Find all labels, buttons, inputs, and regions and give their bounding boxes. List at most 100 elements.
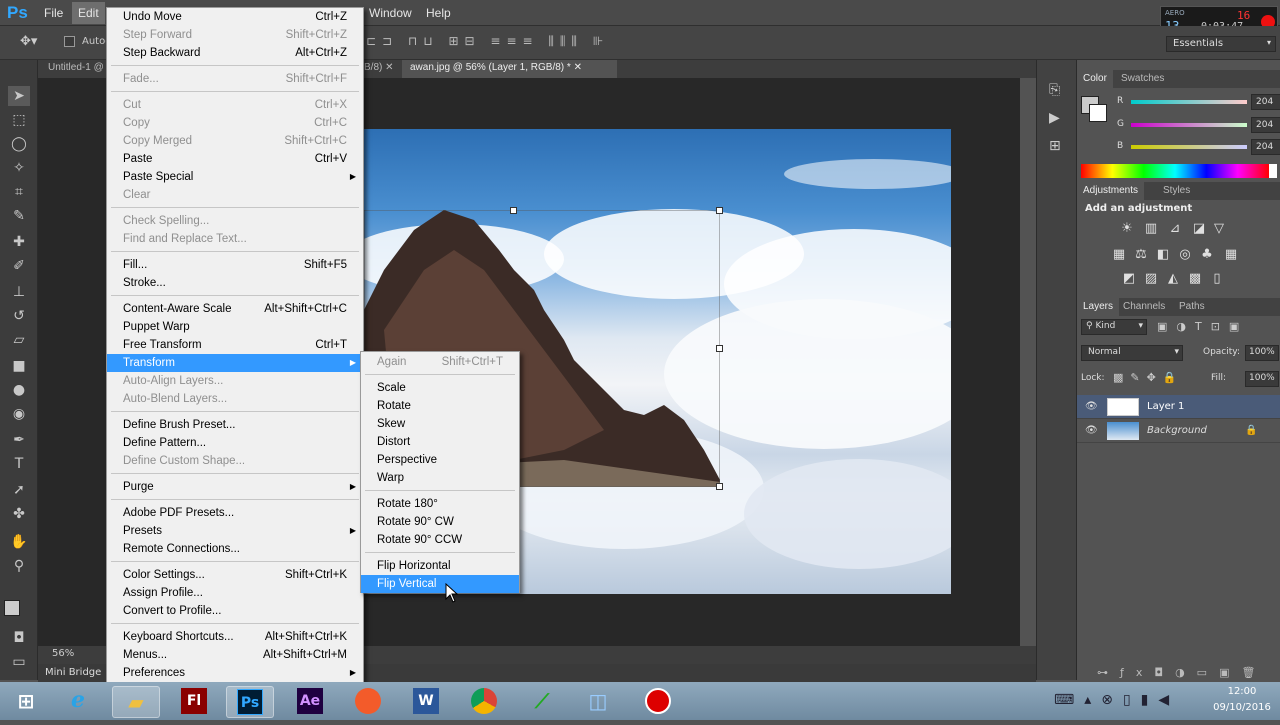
menu-item-copy[interactable]: Copy Ctrl+C <box>107 114 363 132</box>
menu-item-transform[interactable]: Transform ▶ <box>107 354 363 372</box>
channel-mixer-icon[interactable]: ♣ <box>1199 248 1215 262</box>
photo-filter-icon[interactable]: ◎ <box>1177 248 1193 262</box>
menu-item-free-transform[interactable]: Free Transform Ctrl+T <box>107 336 363 354</box>
color-bg-swatch[interactable] <box>1089 104 1107 122</box>
tab-untitled[interactable]: Untitled-1 @ <box>40 60 112 78</box>
internet-explorer-icon[interactable]: ℯ <box>54 686 102 718</box>
curves-icon[interactable]: ⊿ <box>1167 222 1183 236</box>
menu-item-keyboard-shortcuts[interactable]: Keyboard Shortcuts... Alt+Shift+Ctrl+K <box>107 628 363 646</box>
opacity-input[interactable]: 100% <box>1245 345 1279 361</box>
menu-item-define-custom-shape[interactable]: Define Custom Shape... <box>107 452 363 470</box>
blue-slider[interactable] <box>1131 145 1247 149</box>
blend-mode-select[interactable]: Normal ▾ <box>1081 345 1183 361</box>
menu-item-convert-to-profile[interactable]: Convert to Profile... <box>107 602 363 620</box>
menu-item-copy-merged[interactable]: Copy Merged Shift+Ctrl+C <box>107 132 363 150</box>
clock-time[interactable]: 12:00 <box>1212 686 1272 697</box>
eye-icon[interactable]: 👁 <box>1085 401 1098 412</box>
align-icons[interactable]: ⊏⊐ ⊓⊔ ⊞⊟ ≡≡≡ ⫼⫼⫼ ⊪ <box>366 34 609 49</box>
layer-filter-icons[interactable]: ▣◑T⊡▣ <box>1157 320 1248 333</box>
green-value[interactable]: 204 <box>1251 117 1280 133</box>
lock-icons[interactable]: ▩✎✥🔒 <box>1113 371 1184 384</box>
menu-item-auto-align-layers[interactable]: Auto-Align Layers... <box>107 372 363 390</box>
transform-handle[interactable] <box>716 483 723 490</box>
menu-item-content-aware-scale[interactable]: Content-Aware Scale Alt+Shift+Ctrl+C <box>107 300 363 318</box>
after-effects-icon[interactable]: Ae <box>286 686 334 718</box>
dodge-tool-icon[interactable]: ◉ <box>8 404 30 424</box>
brush-tool-icon[interactable]: ✐ <box>8 256 30 276</box>
color-balance-icon[interactable]: ⚖ <box>1133 248 1149 262</box>
close-icon[interactable]: ✕ <box>574 62 582 73</box>
menu-window[interactable]: Window <box>369 6 412 20</box>
lasso-tool-icon[interactable]: ◯ <box>8 134 30 154</box>
pen-tool-icon[interactable]: ✒ <box>8 430 30 450</box>
menu-item-fill[interactable]: Fill... Shift+F5 <box>107 256 363 274</box>
menu-file[interactable]: File <box>44 6 63 20</box>
screen-mode-icon[interactable]: ▭ <box>8 652 30 672</box>
tab-awan[interactable]: awan.jpg @ 56% (Layer 1, RGB/8) * ✕ <box>402 60 617 78</box>
menu-item-cut[interactable]: Cut Ctrl+X <box>107 96 363 114</box>
auto-select-checkbox[interactable] <box>64 36 75 47</box>
layer-footer-icons[interactable]: ⊶ƒx◘◑▭▣🗑 <box>1097 666 1267 679</box>
menu-item-define-pattern[interactable]: Define Pattern... <box>107 434 363 452</box>
menu-item-check-spelling[interactable]: Check Spelling... <box>107 212 363 230</box>
menu-item-define-brush-preset[interactable]: Define Brush Preset... <box>107 416 363 434</box>
tab-layers[interactable]: Layers <box>1077 298 1120 316</box>
mini-bridge-tab[interactable]: Mini Bridge <box>45 667 101 678</box>
menu-item-fade[interactable]: Fade... Shift+Ctrl+F <box>107 70 363 88</box>
layer-filter-select[interactable]: ⚲ Kind ▾ <box>1081 319 1147 335</box>
tab-color[interactable]: Color <box>1077 70 1113 88</box>
tab-adjustments[interactable]: Adjustments <box>1077 182 1145 200</box>
eyedropper-icon[interactable]: ✎ <box>8 206 30 226</box>
move-tool-icon[interactable]: ➤ <box>8 86 30 106</box>
close-icon[interactable]: ✕ <box>385 62 393 73</box>
menu-item-rotate-90-ccw[interactable]: Rotate 90° CCW <box>361 531 519 549</box>
gradient-map-icon[interactable]: ▩ <box>1187 272 1203 286</box>
menu-item-step-forward[interactable]: Step Forward Shift+Ctrl+Z <box>107 26 363 44</box>
eye-icon[interactable]: 👁 <box>1085 425 1098 436</box>
menu-help[interactable]: Help <box>426 6 451 20</box>
chrome-icon[interactable] <box>460 686 508 718</box>
menu-item-remote-connections[interactable]: Remote Connections... <box>107 540 363 558</box>
gradient-icon[interactable]: ■ <box>8 356 30 376</box>
menu-item-clear[interactable]: Clear <box>107 186 363 204</box>
menu-item-again[interactable]: Again Shift+Ctrl+T <box>361 353 519 371</box>
tab-swatches[interactable]: Swatches <box>1115 70 1170 88</box>
type-tool-icon[interactable]: T <box>8 454 30 474</box>
menu-item-flip-vertical[interactable]: Flip Vertical <box>361 575 519 593</box>
menu-item-skew[interactable]: Skew <box>361 415 519 433</box>
hue-sat-icon[interactable]: ▦ <box>1111 248 1127 262</box>
invert-icon[interactable]: ◩ <box>1121 272 1137 286</box>
menu-item-scale[interactable]: Scale <box>361 379 519 397</box>
quick-select-icon[interactable]: ✧ <box>8 158 30 178</box>
vibrance-icon[interactable]: ▽ <box>1211 222 1227 236</box>
menu-item-preferences[interactable]: Preferences ▶ <box>107 664 363 682</box>
color-spectrum[interactable] <box>1081 164 1269 178</box>
photoshop-taskbar-icon[interactable]: Ps <box>226 686 274 718</box>
selective-color-icon[interactable]: ▯ <box>1209 272 1225 286</box>
clock-date[interactable]: 09/10/2016 <box>1212 702 1272 713</box>
foreground-color-swatch[interactable] <box>4 600 20 616</box>
menu-item-adobe-pdf-presets[interactable]: Adobe PDF Presets... <box>107 504 363 522</box>
history-icon[interactable]: ⎘ <box>1049 82 1060 98</box>
menu-item-rotate[interactable]: Rotate <box>361 397 519 415</box>
actions-play-icon[interactable]: ▶ <box>1049 110 1060 126</box>
crop-tool-icon[interactable]: ⌗ <box>8 182 30 202</box>
black-white-icon[interactable]: ◧ <box>1155 248 1171 262</box>
menu-item-puppet-warp[interactable]: Puppet Warp <box>107 318 363 336</box>
menu-item-paste-special[interactable]: Paste Special ▶ <box>107 168 363 186</box>
tab-paths[interactable]: Paths <box>1173 298 1211 316</box>
tab-styles[interactable]: Styles <box>1157 182 1196 200</box>
green-slider[interactable] <box>1131 123 1247 127</box>
menu-item-auto-blend-layers[interactable]: Auto-Blend Layers... <box>107 390 363 408</box>
menu-item-warp[interactable]: Warp <box>361 469 519 487</box>
menu-item-rotate-180[interactable]: Rotate 180° <box>361 495 519 513</box>
menu-item-color-settings[interactable]: Color Settings... Shift+Ctrl+K <box>107 566 363 584</box>
shape-tool-icon[interactable]: ✤ <box>8 504 30 524</box>
menu-item-find-and-replace-text[interactable]: Find and Replace Text... <box>107 230 363 248</box>
windows-start-icon[interactable]: ⊞ <box>2 686 50 718</box>
app7-icon[interactable] <box>344 686 392 718</box>
transform-handle[interactable] <box>716 207 723 214</box>
tab-channels[interactable]: Channels <box>1117 298 1171 316</box>
history-brush-icon[interactable]: ↺ <box>8 306 30 326</box>
record-taskbar-icon[interactable] <box>634 686 682 718</box>
